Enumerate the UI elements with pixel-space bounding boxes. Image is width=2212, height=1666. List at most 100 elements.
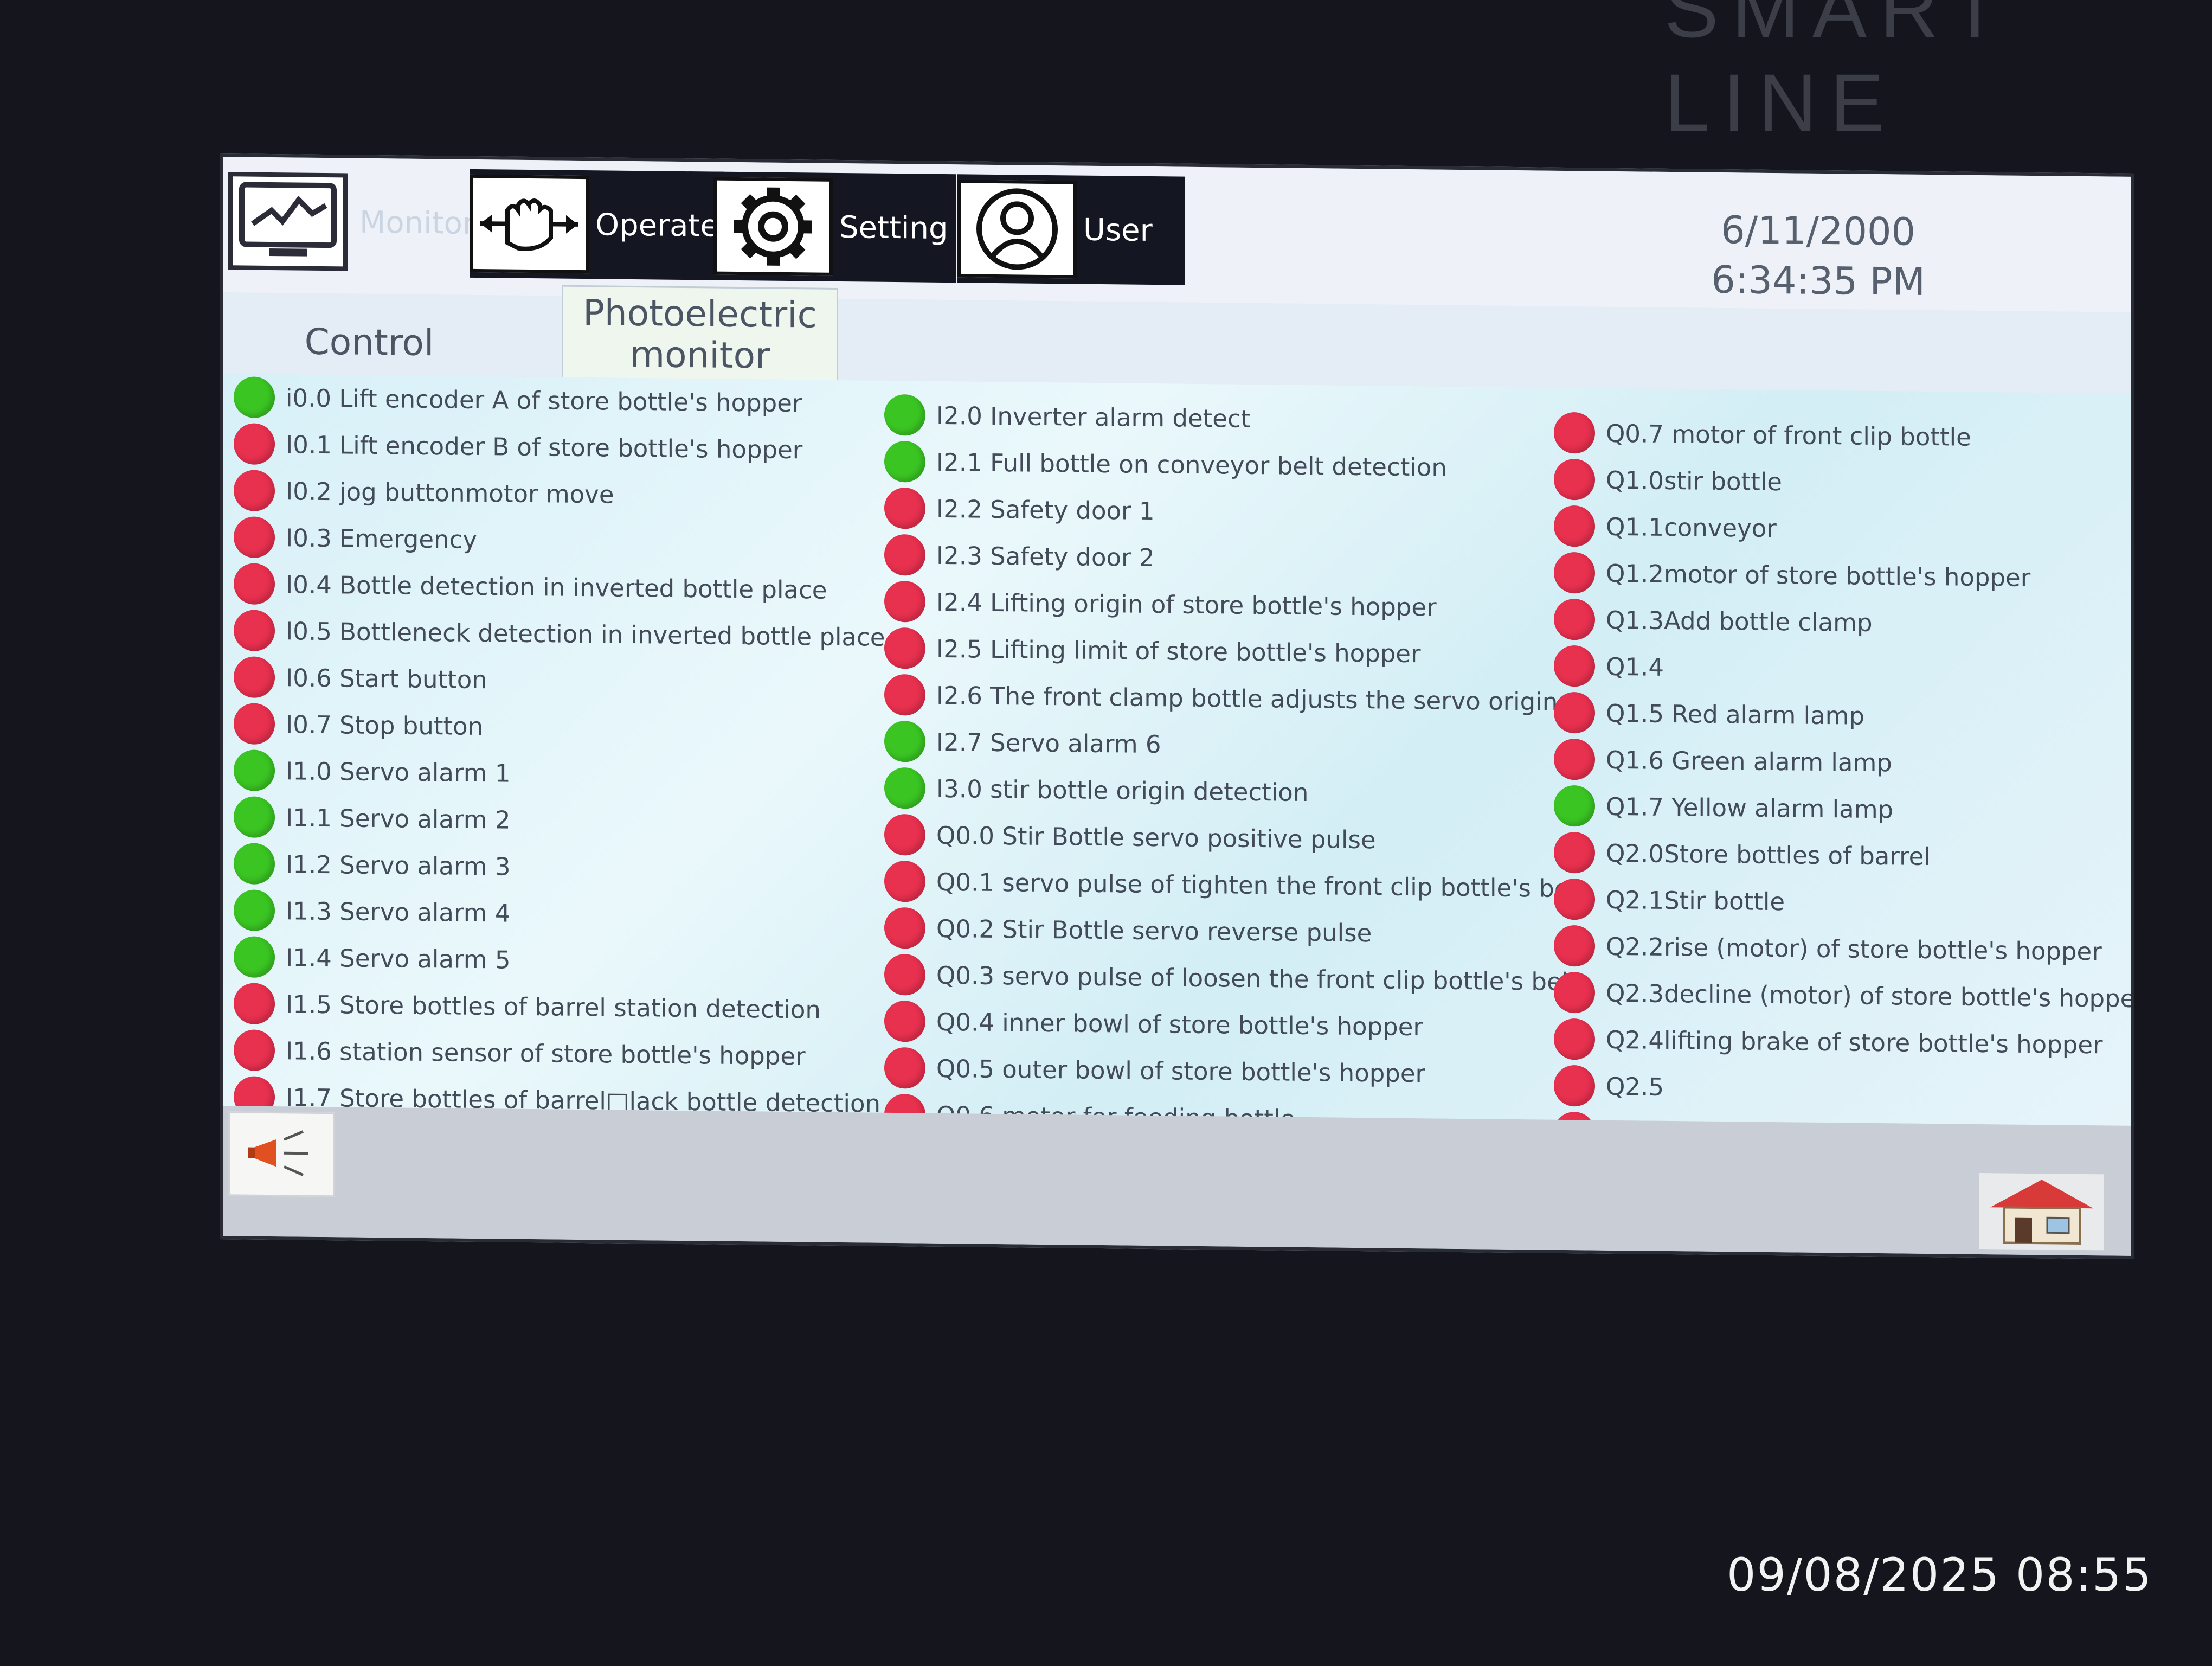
time-text: 6:34:35 PM bbox=[1711, 257, 1925, 304]
io-label: Q1.0stir bottle bbox=[1606, 465, 1782, 496]
footer-bar bbox=[223, 1106, 2131, 1256]
status-lamp-icon bbox=[1554, 971, 1595, 1014]
io-row: Q0.3 servo pulse of loosen the front cli… bbox=[884, 951, 1586, 1005]
menu-user[interactable]: User bbox=[957, 174, 1185, 285]
status-lamp-icon bbox=[234, 516, 275, 559]
io-label: I1.2 Servo alarm 3 bbox=[286, 849, 511, 881]
io-row: Q2.2rise (motor) of store bottle's hoppe… bbox=[1554, 922, 2134, 975]
io-row: Q1.1conveyor bbox=[1554, 503, 2134, 555]
status-lamp-icon bbox=[1554, 458, 1595, 501]
io-label: Q2.2rise (motor) of store bottle's hoppe… bbox=[1606, 932, 2102, 966]
bezel-brand-text: SMART LINE bbox=[1664, 0, 2011, 148]
status-lamp-icon bbox=[234, 563, 275, 605]
status-lamp-icon bbox=[234, 656, 275, 699]
status-lamp-icon bbox=[1554, 645, 1595, 687]
status-lamp-icon bbox=[234, 423, 275, 465]
menu-setting[interactable]: Setting bbox=[713, 171, 956, 283]
io-row: Q2.3decline (motor) of store bottle's ho… bbox=[1554, 969, 2134, 1022]
io-row: I2.6 The front clamp bottle adjusts the … bbox=[884, 671, 1586, 726]
io-row: I0.3 Emergency bbox=[234, 514, 885, 567]
status-lamp-icon bbox=[234, 470, 275, 512]
status-lamp-icon bbox=[1554, 598, 1595, 640]
io-label: I2.5 Lifting limit of store bottle's hop… bbox=[936, 634, 1421, 668]
status-lamp-icon bbox=[234, 983, 275, 1025]
io-label: I2.3 Safety door 2 bbox=[936, 541, 1155, 572]
date-text: 6/11/2000 bbox=[1721, 207, 1916, 254]
status-lamp-icon bbox=[1554, 1065, 1595, 1107]
io-label: Q0.7 motor of front clip bottle bbox=[1606, 419, 1971, 452]
tab-photoelectric-line1: Photoelectric bbox=[583, 292, 817, 336]
io-column-2: I2.0 Inverter alarm detect I2.1 Full bott… bbox=[884, 392, 1586, 1145]
io-column-3: Q0.7 motor of front clip bottle Q1.0stir … bbox=[1554, 409, 2134, 1162]
status-lamp-icon bbox=[884, 953, 925, 996]
menu-operate[interactable]: Operate bbox=[470, 169, 724, 280]
io-row: I0.5 Bottleneck detection in inverted bo… bbox=[234, 607, 885, 661]
io-row: Q1.5 Red alarm lamp bbox=[1554, 689, 2134, 742]
io-row: Q1.0stir bottle bbox=[1554, 456, 2134, 509]
io-label: I1.5 Store bottles of barrel station det… bbox=[286, 989, 821, 1024]
io-label: I0.2 jog buttonmotor move bbox=[286, 476, 614, 509]
menu-operate-label: Operate bbox=[595, 207, 719, 244]
io-label: Q2.0Store bottles of barrel bbox=[1606, 838, 1931, 871]
io-label: Q1.6 Green alarm lamp bbox=[1606, 745, 1892, 777]
io-monitor-panel: i0.0 Lift encoder A of store bottle's ho… bbox=[223, 374, 2134, 1154]
tab-photoelectric-monitor[interactable]: Photoelectric monitor bbox=[562, 285, 838, 380]
status-lamp-icon bbox=[1554, 785, 1595, 827]
tab-control-panel[interactable]: Control panel bbox=[255, 309, 483, 429]
status-lamp-icon bbox=[234, 843, 275, 885]
status-lamp-icon bbox=[234, 703, 275, 745]
io-row: I1.0 Servo alarm 1 bbox=[234, 747, 885, 800]
io-row: I3.0 stir bottle origin detection bbox=[884, 765, 1586, 819]
io-row: I0.4 Bottle detection in inverted bottle… bbox=[234, 560, 885, 614]
status-lamp-icon bbox=[1554, 505, 1595, 547]
io-label: Q0.3 servo pulse of loosen the front cli… bbox=[936, 960, 1578, 996]
io-label: I0.6 Start button bbox=[286, 663, 487, 694]
status-lamp-icon bbox=[234, 936, 275, 978]
alarm-speaker-button[interactable] bbox=[228, 1111, 335, 1197]
io-row: I0.1 Lift encoder B of store bottle's ho… bbox=[234, 420, 885, 474]
status-lamp-icon bbox=[1554, 831, 1595, 874]
io-row: Q0.0 Stir Bottle servo positive pulse bbox=[884, 811, 1586, 866]
monitor-icon bbox=[228, 172, 348, 271]
io-row: Q1.3Add bottle clamp bbox=[1554, 596, 2134, 649]
io-row: I2.2 Safety door 1 bbox=[884, 485, 1586, 539]
io-label: I3.0 stir bottle origin detection bbox=[936, 774, 1309, 807]
status-lamp-icon bbox=[884, 440, 925, 483]
megaphone-icon bbox=[243, 1123, 319, 1185]
io-row: I0.2 jog buttonmotor move bbox=[234, 467, 885, 521]
io-row: I2.0 Inverter alarm detect bbox=[884, 392, 1586, 446]
status-lamp-icon bbox=[234, 749, 275, 792]
io-label: I1.0 Servo alarm 1 bbox=[286, 756, 511, 788]
status-lamp-icon bbox=[1554, 691, 1595, 734]
io-label: Q0.4 inner bowl of store bottle's hopper bbox=[936, 1007, 1423, 1041]
io-label: I2.7 Servo alarm 6 bbox=[936, 727, 1161, 759]
status-lamp-icon bbox=[884, 534, 925, 576]
io-row: Q1.4 bbox=[1554, 643, 2134, 695]
io-label: I2.1 Full bottle on conveyor belt detect… bbox=[936, 447, 1447, 482]
io-label: Q2.4lifting brake of store bottle's hopp… bbox=[1606, 1025, 2103, 1059]
status-lamp-icon bbox=[884, 487, 925, 529]
photo-timestamp: 09/08/2025 08:55 bbox=[1727, 1548, 2152, 1601]
io-row: I1.5 Store bottles of barrel station det… bbox=[234, 980, 885, 1034]
status-lamp-icon bbox=[1554, 1018, 1595, 1060]
menu-monitor[interactable]: Monitor bbox=[228, 166, 475, 278]
status-lamp-icon bbox=[884, 580, 925, 623]
io-label: I0.1 Lift encoder B of store bottle's ho… bbox=[286, 430, 803, 464]
io-label: I1.1 Servo alarm 2 bbox=[286, 803, 511, 835]
status-lamp-icon bbox=[234, 1029, 275, 1072]
status-lamp-icon bbox=[1554, 878, 1595, 920]
io-label: Q1.1conveyor bbox=[1606, 512, 1777, 543]
io-label: I0.3 Emergency bbox=[286, 523, 477, 554]
io-label: Q1.5 Red alarm lamp bbox=[1606, 699, 1865, 731]
io-label: I2.4 Lifting origin of store bottle's ho… bbox=[936, 587, 1437, 622]
io-label: Q1.4 bbox=[1606, 652, 1664, 682]
home-button[interactable] bbox=[1979, 1172, 2104, 1251]
status-lamp-icon bbox=[884, 720, 925, 762]
io-label: Q1.7 Yellow alarm lamp bbox=[1606, 792, 1894, 824]
io-row: Q1.2motor of store bottle's hopper bbox=[1554, 549, 2134, 602]
hmi-screen: Monitor Operate Setting User 6/11/2000 6… bbox=[220, 153, 2134, 1259]
io-label: I0.7 Stop button bbox=[286, 709, 484, 741]
menu-user-label: User bbox=[1083, 212, 1153, 248]
io-row: I2.3 Safety door 2 bbox=[884, 531, 1586, 586]
io-row: I1.6 station sensor of store bottle's ho… bbox=[234, 1027, 885, 1080]
